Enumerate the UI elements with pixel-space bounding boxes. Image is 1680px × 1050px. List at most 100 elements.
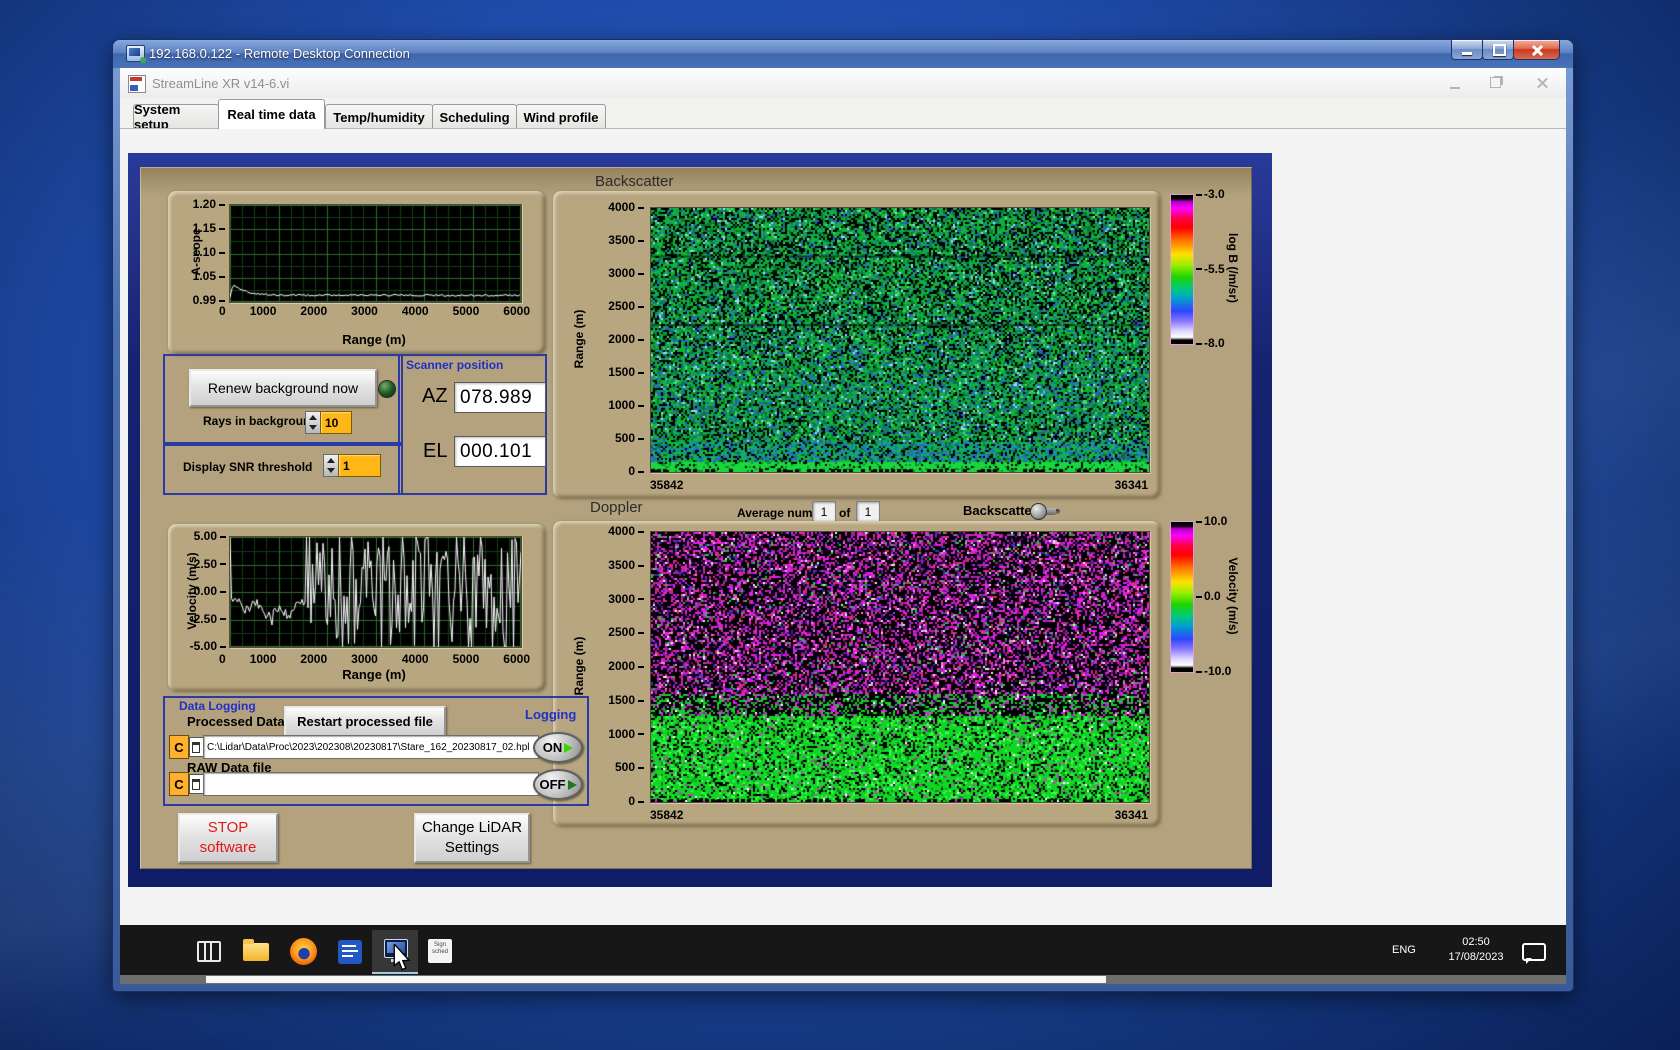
tick-label: 36341	[1115, 808, 1148, 822]
processed-logging-toggle[interactable]: ON	[533, 732, 583, 763]
notification-center-icon[interactable]	[1522, 943, 1546, 961]
data-logging-box: Data Logging Processed Data file Restart…	[163, 696, 589, 806]
tick-label: 4000	[608, 524, 644, 538]
desktop: 192.168.0.122 - Remote Desktop Connectio…	[0, 0, 1680, 1050]
processed-path-field[interactable]: C:\Lidar\Data\Proc\2023\202308\20230817\…	[203, 735, 539, 759]
tick-label: 3500	[608, 233, 644, 247]
rdp-horizontal-scrollbar[interactable]	[120, 975, 1566, 984]
tick-label: -10.0	[1196, 664, 1231, 678]
tick-label: 500	[615, 760, 644, 774]
velocity-x-axis: 0 1000 2000 3000 4000 5000 6000	[219, 652, 530, 666]
task-view-icon[interactable]	[197, 941, 221, 962]
rdp-client-area: StreamLine XR v14-6.vi System setup Real…	[120, 68, 1566, 984]
rdp-titlebar[interactable]: 192.168.0.122 - Remote Desktop Connectio…	[113, 40, 1573, 68]
tick-label: 5000	[453, 652, 480, 666]
app-window-title: StreamLine XR v14-6.vi	[152, 76, 289, 91]
tab-strip: System setup Real time data Temp/humidit…	[120, 98, 1566, 128]
doppler-heatmap-panel: 4000 3500 3000 2500 2000 1500 1000 500 0 Range (…	[553, 521, 1160, 826]
tick-label: 36341	[1115, 478, 1148, 492]
scrollbar-thumb[interactable]	[206, 976, 1106, 983]
tick-label: 500	[615, 431, 644, 445]
tick-label: 0.0	[1196, 589, 1221, 603]
stop-software-button[interactable]: STOP software	[178, 813, 278, 863]
backscatter-toggle[interactable]	[1030, 503, 1060, 519]
doppler-colorbar	[1170, 521, 1194, 673]
sign-sched-icon[interactable]: Sign sched	[428, 939, 452, 963]
tab-system-setup[interactable]: System setup	[133, 104, 219, 129]
az-value-field: 078.989	[454, 382, 546, 413]
backscatter-section-title: Backscatter	[595, 173, 673, 190]
tick-label: 1000	[250, 652, 277, 666]
backscatter-x-axis: 35842 36341	[650, 478, 1148, 492]
tab-scheduling[interactable]: Scheduling	[432, 104, 517, 129]
average-number-field[interactable]: 1	[812, 501, 836, 522]
tick-label: 10.0	[1196, 514, 1227, 528]
rdp-minimize-button[interactable]	[1451, 40, 1483, 60]
tick-label: -5.5	[1196, 262, 1225, 276]
firefox-icon[interactable]	[290, 938, 317, 965]
background-led-indicator	[378, 380, 396, 398]
app-minimize-button[interactable]	[1443, 74, 1467, 92]
of-label: of	[839, 506, 850, 520]
rays-value-field[interactable]: 10	[320, 411, 352, 434]
tab-temp-humidity[interactable]: Temp/humidity	[325, 104, 433, 129]
snr-threshold-label: Display SNR threshold	[183, 460, 312, 474]
tick-label: 3000	[608, 266, 644, 280]
velocity-panel: 5.00 2.50 0.00 -2.50 -5.00 Velocity (m/s) 01…	[168, 524, 545, 691]
app-restore-button[interactable]	[1484, 74, 1508, 92]
remote-desktop-icon	[126, 45, 145, 62]
streamline-app-window: StreamLine XR v14-6.vi System setup Real…	[120, 68, 1566, 925]
rdp-window-title: 192.168.0.122 - Remote Desktop Connectio…	[149, 46, 410, 61]
snr-spinner[interactable]	[323, 454, 339, 477]
ascope-panel: 1.20 1.15 1.10 1.05 0.99 A-scope 0 1000 2000 30…	[168, 191, 545, 354]
tick-label: 4000	[402, 652, 429, 666]
snr-threshold-box: Display SNR threshold 1	[163, 442, 403, 495]
snr-value-field[interactable]: 1	[338, 454, 381, 477]
rays-spinner[interactable]	[305, 411, 321, 434]
tick-label: 6000	[503, 652, 530, 666]
tab-wind-profile[interactable]: Wind profile	[516, 104, 606, 129]
ascope-plot	[229, 204, 522, 303]
raw-logging-toggle[interactable]: OFF	[533, 769, 583, 800]
tick-label: 3500	[608, 558, 644, 572]
rdp-close-button[interactable]	[1513, 40, 1560, 60]
rdp-maximize-button[interactable]	[1482, 40, 1514, 60]
processed-drive-selector[interactable]: C	[169, 735, 189, 759]
doppler-y-axis: 4000 3500 3000 2500 2000 1500 1000 500 0	[600, 524, 644, 808]
el-label: EL	[423, 440, 447, 463]
tick-label: 3000	[608, 592, 644, 606]
raw-drive-selector[interactable]: C	[169, 772, 189, 796]
tick-label: 2000	[608, 659, 644, 673]
doppler-colorbar-label: Velocity (m/s)	[1226, 557, 1240, 634]
language-indicator[interactable]: ENG	[1392, 944, 1416, 956]
renew-background-button[interactable]: Renew background now	[189, 369, 377, 407]
tick-label: 35842	[650, 808, 683, 822]
backscatter-toggle-label: Backscatter	[963, 503, 1037, 518]
backscatter-y-axis: 4000 3500 3000 2500 2000 1500 1000 500 0	[600, 200, 644, 478]
average-total-field: 1	[856, 501, 880, 522]
restart-processed-file-button[interactable]: Restart processed file	[284, 706, 446, 737]
tick-label: 1000	[608, 727, 644, 741]
app-close-button[interactable]	[1530, 74, 1554, 92]
taskbar-clock[interactable]: 02:50 17/08/2023	[1434, 935, 1518, 965]
tick-label: 5.00	[194, 529, 226, 543]
tick-label: 2500	[608, 625, 644, 639]
change-lidar-settings-button[interactable]: Change LiDAR Settings	[414, 813, 530, 863]
tick-label: 1500	[608, 365, 644, 379]
tick-label: 1000	[250, 304, 277, 318]
tick-label: -3.0	[1196, 187, 1225, 201]
app-titlebar[interactable]: StreamLine XR v14-6.vi	[120, 68, 1566, 99]
blue-app-icon[interactable]	[338, 940, 362, 964]
velocity-x-label: Range (m)	[309, 667, 439, 682]
raw-path-browse-icon[interactable]	[189, 774, 204, 794]
file-explorer-icon[interactable]	[243, 943, 269, 961]
raw-path-field[interactable]	[203, 772, 539, 796]
ascope-x-label: Range (m)	[309, 332, 439, 347]
processed-path-browse-icon[interactable]	[189, 737, 204, 757]
tick-label: 35842	[650, 478, 683, 492]
tick-label: -5.00	[190, 639, 226, 653]
doppler-section-title: Doppler	[590, 499, 643, 516]
data-logging-title: Data Logging	[179, 699, 256, 713]
tab-real-time-data[interactable]: Real time data	[218, 99, 325, 129]
tick-label: 0	[219, 652, 226, 666]
